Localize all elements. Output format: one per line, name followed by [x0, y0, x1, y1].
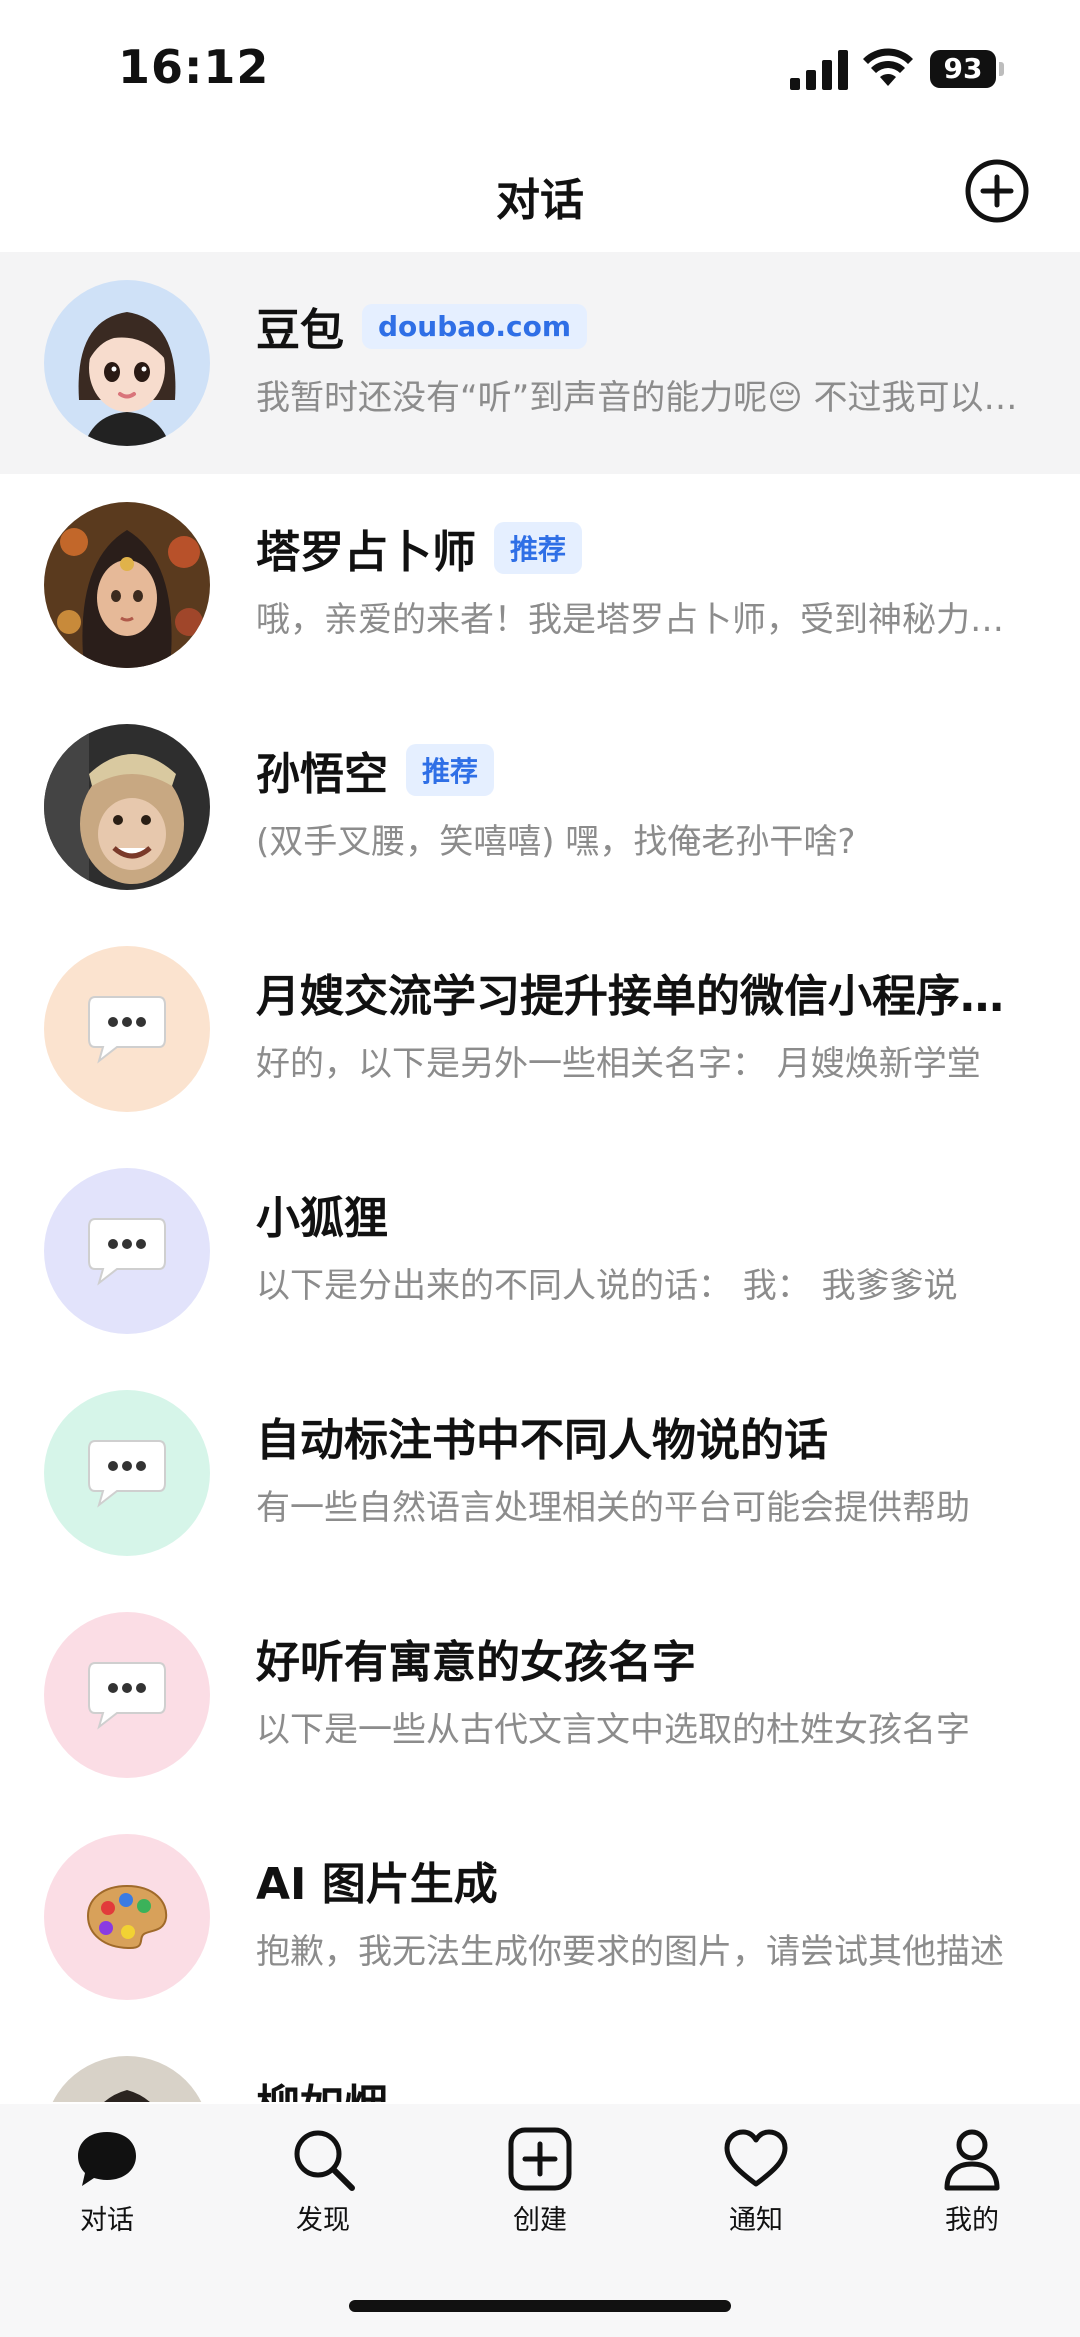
wifi-icon	[863, 48, 913, 86]
liuruyan-avatar	[44, 2056, 210, 2102]
create-icon	[508, 2127, 572, 2191]
chat-item-girl-names[interactable]: 好听有寓意的女孩名字 以下是一些从古代文言文中选取的杜姓女孩名字	[0, 1584, 1080, 1806]
chat-item-ai-image[interactable]: AI 图片生成 抱歉，我无法生成你要求的图片，请尝试其他描述	[0, 1806, 1080, 2028]
tab-label: 发现	[296, 2205, 350, 2236]
chat-item-wukong[interactable]: 孙悟空 推荐 (双手叉腰，笑嘻嘻) 嘿，找俺老孙干啥?	[0, 696, 1080, 918]
new-chat-button[interactable]	[964, 158, 1030, 224]
status-bar: 16:12 93	[0, 0, 1080, 130]
chat-bubble-icon	[44, 1168, 210, 1334]
palette-icon	[44, 1834, 210, 2000]
chat-list: 豆包 doubao.com 我暂时还没有“听”到声音的能力呢😔 不过我可以通过文…	[0, 252, 1080, 2102]
chat-item-liuruyan[interactable]: 柳如烟	[0, 2028, 1080, 2102]
chat-name: 塔罗占卜师	[256, 527, 476, 578]
chat-name: 柳如烟	[256, 2070, 388, 2102]
battery-icon: 93	[930, 50, 1006, 88]
recommended-badge: 推荐	[494, 522, 583, 574]
chat-item-annotate[interactable]: 自动标注书中不同人物说的话 有一些自然语言处理相关的平台可能会提供帮助	[0, 1362, 1080, 1584]
chat-name: 好听有寓意的女孩名字	[256, 1637, 696, 1688]
chat-preview: 有一些自然语言处理相关的平台可能会提供帮助	[256, 1488, 970, 1528]
tab-discover[interactable]: 发现	[253, 2126, 393, 2256]
chat-name: 豆包	[256, 305, 344, 356]
heart-icon	[724, 2129, 788, 2187]
chat-item-yuesao[interactable]: 月嫂交流学习提升接单的微信小程序名字 好的，以下是另外一些相关名字： 月嫂焕新学…	[0, 918, 1080, 1140]
recommended-badge: 推荐	[406, 744, 495, 796]
tab-label: 对话	[80, 2205, 134, 2236]
profile-icon	[944, 2129, 1000, 2191]
chat-preview: 以下是一些从古代文言文中选取的杜姓女孩名字	[256, 1710, 970, 1750]
chat-item-doubao[interactable]: 豆包 doubao.com 我暂时还没有“听”到声音的能力呢😔 不过我可以通过文…	[0, 252, 1080, 474]
tab-label: 创建	[513, 2205, 567, 2236]
chat-preview: 哦，亲爱的来者！我是塔罗占卜师，受到神秘力量的指引	[256, 600, 1026, 640]
chat-preview: 以下是分出来的不同人说的话： 我： 我爹爹说	[256, 1266, 958, 1306]
doubao-avatar	[44, 280, 210, 446]
chat-name: 自动标注书中不同人物说的话	[256, 1415, 828, 1466]
chat-name: 小狐狸	[256, 1193, 388, 1244]
site-badge: doubao.com	[362, 303, 588, 349]
tab-label: 我的	[945, 2205, 999, 2236]
chat-name: 孙悟空	[256, 749, 388, 800]
tab-create[interactable]: 创建	[470, 2126, 610, 2256]
chat-bubble-icon	[44, 1390, 210, 1556]
tab-profile[interactable]: 我的	[902, 2126, 1042, 2256]
chat-bubble-icon	[44, 1612, 210, 1778]
header: 对话	[0, 140, 1080, 250]
status-time: 16:12	[118, 40, 270, 94]
chat-name: AI 图片生成	[256, 1859, 498, 1910]
chat-preview: (双手叉腰，笑嘻嘻) 嘿，找俺老孙干啥?	[256, 822, 856, 862]
tab-chat[interactable]: 对话	[37, 2126, 177, 2256]
chat-icon	[78, 2132, 136, 2186]
cellular-signal-icon	[790, 50, 848, 90]
chat-name: 月嫂交流学习提升接单的微信小程序名字	[256, 971, 1026, 1022]
tarot-avatar	[44, 502, 210, 668]
home-indicator	[349, 2300, 731, 2312]
tab-notifications[interactable]: 通知	[686, 2126, 826, 2256]
tab-label: 通知	[729, 2205, 783, 2236]
chat-bubble-icon	[44, 946, 210, 1112]
battery-level: 93	[930, 50, 996, 88]
chat-preview: 抱歉，我无法生成你要求的图片，请尝试其他描述	[256, 1932, 1004, 1972]
chat-preview: 好的，以下是另外一些相关名字： 月嫂焕新学堂	[256, 1044, 981, 1084]
page-title: 对话	[496, 175, 584, 226]
chat-item-fox[interactable]: 小狐狸 以下是分出来的不同人说的话： 我： 我爹爹说	[0, 1140, 1080, 1362]
chat-item-tarot[interactable]: 塔罗占卜师 推荐 哦，亲爱的来者！我是塔罗占卜师，受到神秘力量的指引	[0, 474, 1080, 696]
chat-preview: 我暂时还没有“听”到声音的能力呢😔 不过我可以通过文字和你交流	[256, 378, 1026, 418]
search-icon	[294, 2130, 355, 2191]
wukong-avatar	[44, 724, 210, 890]
